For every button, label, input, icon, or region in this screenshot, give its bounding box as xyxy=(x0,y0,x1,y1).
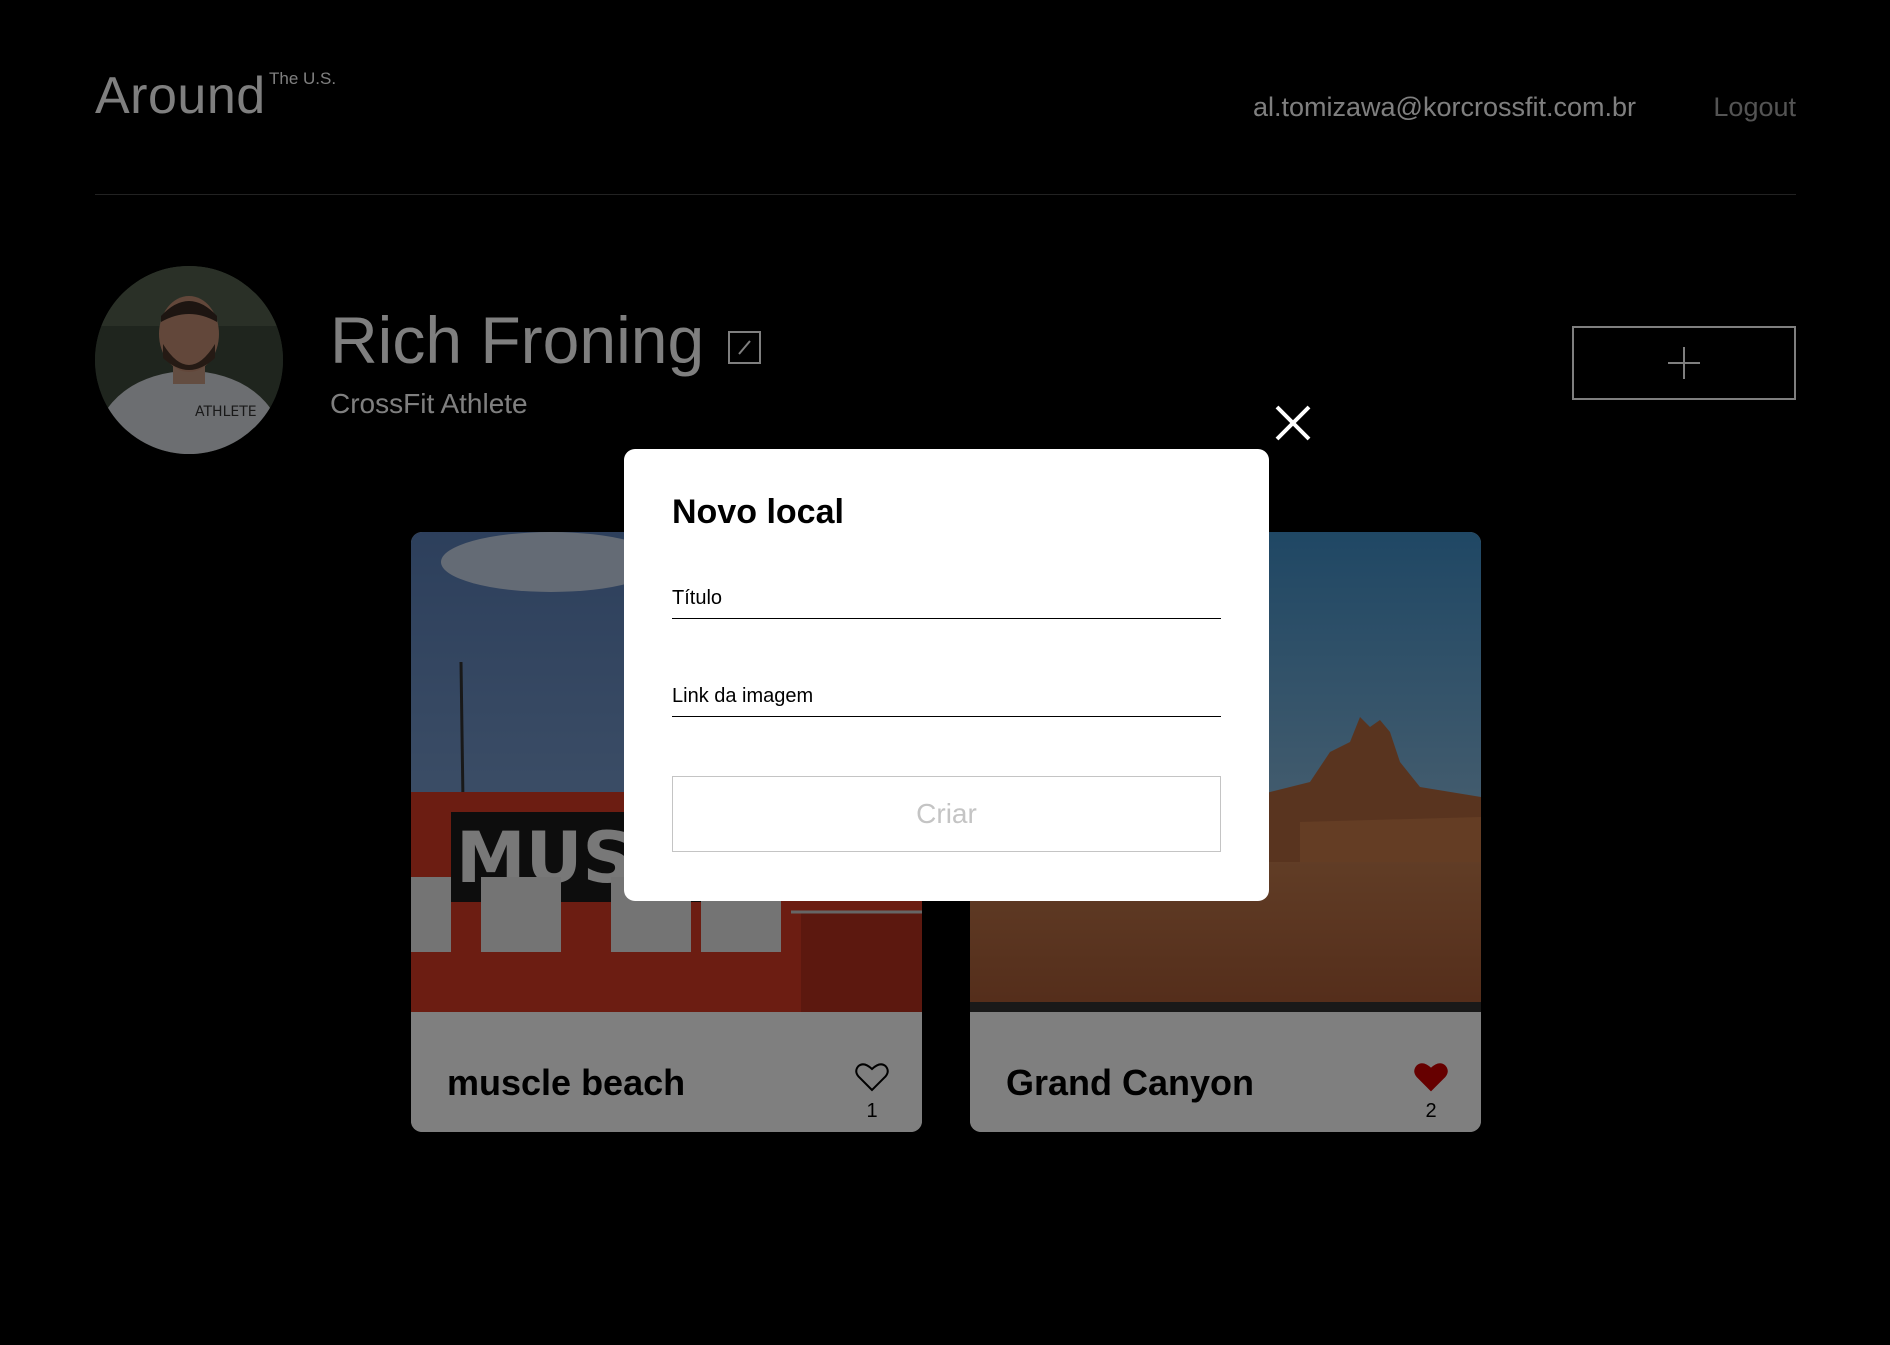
page: Around The U.S. al.tomizawa@korcrossfit.… xyxy=(0,0,1890,1345)
close-icon xyxy=(1275,405,1311,441)
image-link-input[interactable] xyxy=(672,676,1221,717)
title-input[interactable] xyxy=(672,578,1221,619)
create-button[interactable]: Criar xyxy=(672,776,1221,852)
modal-close-button[interactable] xyxy=(1271,401,1315,445)
new-place-modal: Novo local Criar xyxy=(624,449,1269,901)
modal-title: Novo local xyxy=(672,493,844,531)
